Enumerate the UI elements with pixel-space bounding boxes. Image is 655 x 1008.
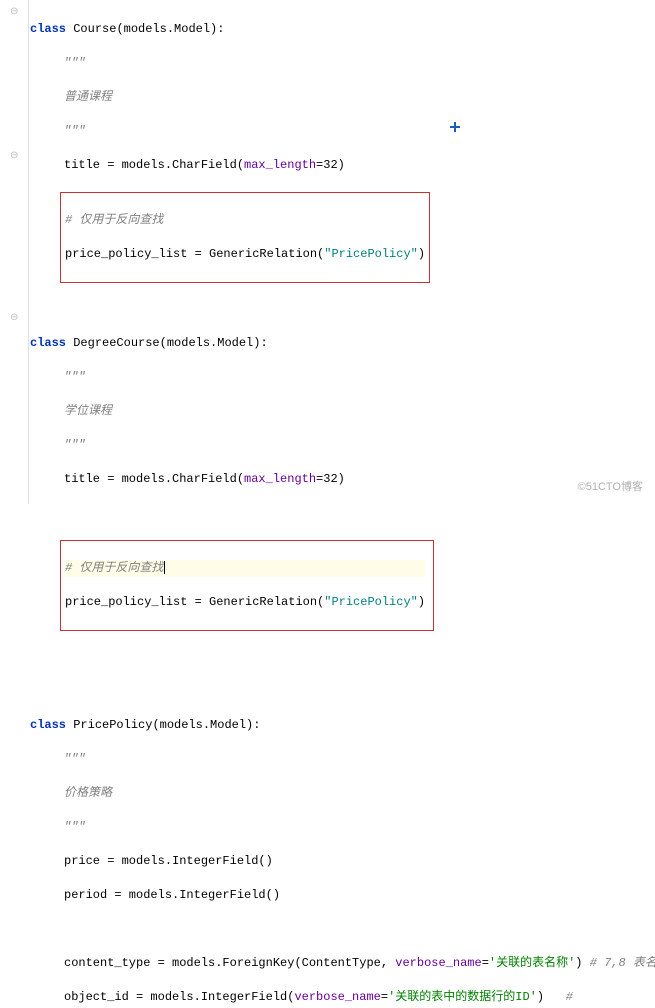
docstring-quote: """ xyxy=(30,123,655,140)
code-editor[interactable]: class Course(models.Model): """ 普通课程 """… xyxy=(0,0,655,1008)
class-decl-pricepolicy: class PricePolicy(models.Model): xyxy=(30,717,655,734)
docstring-course: 普通课程 xyxy=(30,89,655,106)
field-object-id: object_id = models.IntegerField(verbose_… xyxy=(30,989,655,1006)
comment-reverse-lookup: # 仅用于反向查找 xyxy=(65,560,163,577)
comment-reverse-lookup: # 仅用于反向查找 xyxy=(65,212,425,229)
docstring-quote: """ xyxy=(30,369,655,386)
field-price-policy-list: price_policy_list = GenericRelation("Pri… xyxy=(65,594,425,611)
docstring-quote: """ xyxy=(30,437,655,454)
class-decl-course: class Course(models.Model): xyxy=(30,21,655,38)
field-content-type: content_type = models.ForeignKey(Content… xyxy=(30,955,655,972)
field-period: period = models.IntegerField() xyxy=(30,887,655,904)
docstring-quote: """ xyxy=(30,55,655,72)
watermark: ©51CTO博客 xyxy=(578,479,643,496)
docstring-quote: """ xyxy=(30,751,655,768)
fold-marker[interactable]: ⊖ xyxy=(10,4,18,21)
field-title: title = models.CharField(max_length=32) xyxy=(30,471,655,488)
docstring-price: 价格策略 xyxy=(30,785,655,802)
class-decl-degreecourse: class DegreeCourse(models.Model): xyxy=(30,335,655,352)
fold-marker[interactable]: ⊖ xyxy=(10,310,18,327)
field-title: title = models.CharField(max_length=32) xyxy=(30,157,655,174)
field-price-policy-list: price_policy_list = GenericRelation("Pri… xyxy=(65,246,425,263)
gutter: ⊖ ⊖ ⊖ xyxy=(0,0,29,504)
docstring-degree: 学位课程 xyxy=(30,403,655,420)
field-price: price = models.IntegerField() xyxy=(30,853,655,870)
fold-marker[interactable]: ⊖ xyxy=(10,148,18,165)
docstring-quote: """ xyxy=(30,819,655,836)
